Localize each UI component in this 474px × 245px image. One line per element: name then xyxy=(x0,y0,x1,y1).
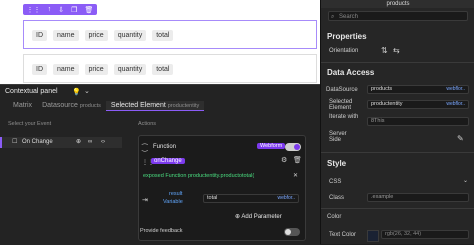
cell-quantity: quantity xyxy=(113,64,147,75)
function-icon: ⁐ xyxy=(142,145,148,152)
datasource-value: products xyxy=(371,86,393,92)
divider xyxy=(321,62,474,63)
cell-name: name xyxy=(53,30,79,41)
properties-title[interactable]: Properties xyxy=(327,32,367,41)
style-title[interactable]: Style xyxy=(327,159,346,168)
datasource-field[interactable]: products webflor.. xyxy=(367,85,469,94)
feedback-toggle[interactable] xyxy=(284,228,300,236)
cell-price: price xyxy=(84,30,108,41)
class-field[interactable]: .example xyxy=(367,193,469,202)
search-icon: ⌕ xyxy=(331,14,335,20)
add-action-icon[interactable]: ⊕ xyxy=(76,137,81,148)
divider xyxy=(321,208,474,209)
search-placeholder: Search xyxy=(339,14,359,20)
element-toolbar: ⋮⋮ ↑ ⇩ ❐ 🗑 xyxy=(23,4,97,15)
provide-feedback-label: Provide feedback xyxy=(140,228,183,234)
function-card: ⁐ Function Webform ⋮⋮ onChange ⚙ 🗑 ✕ exp… xyxy=(138,135,306,241)
result-label: result xyxy=(169,191,183,197)
bulb-icon[interactable]: 💡 xyxy=(72,88,81,96)
code-icon[interactable]: ‹› xyxy=(101,137,105,148)
webform-badge: Webform xyxy=(257,143,286,149)
delete-icon[interactable]: 🗑 xyxy=(293,156,302,164)
panel-header: products xyxy=(321,0,474,8)
selected-element-badge: webflor.. xyxy=(446,101,465,107)
link-icon[interactable]: ∞ xyxy=(88,137,92,148)
download-icon[interactable]: ⇩ xyxy=(58,6,64,14)
event-label: On Change xyxy=(22,139,53,145)
grip-icon[interactable]: ⋮⋮ xyxy=(27,6,41,14)
text-color-field[interactable]: rgb(26, 32, 44) xyxy=(381,230,469,239)
actions-label: Actions xyxy=(138,121,157,127)
exposed-function-text: exposed Function productentity.productot… xyxy=(143,173,255,179)
properties-panel: products ⌕ Search Properties Orientation… xyxy=(320,0,474,244)
iterate-field[interactable]: 8This xyxy=(367,117,469,126)
contextual-panel-title: Contextual panel xyxy=(5,88,58,95)
contextual-panel: Contextual panel 💡 ⌄ Matrix Datasource p… xyxy=(0,84,320,245)
table-row[interactable]: ID name price quantity total xyxy=(23,20,317,49)
settings-icon[interactable]: ⚙ xyxy=(281,156,287,164)
text-color-swatch[interactable] xyxy=(367,230,379,242)
orientation-vertical-icon[interactable]: ⇅ xyxy=(381,46,388,55)
delete-icon[interactable]: 🗑 xyxy=(85,6,94,14)
select-event-label: Select your Event xyxy=(8,121,52,127)
table-row[interactable]: ID name price quantity total xyxy=(23,54,317,83)
close-icon[interactable]: ✕ xyxy=(293,172,298,179)
total-field[interactable]: total webfor.. xyxy=(203,194,299,203)
cell-quantity: quantity xyxy=(113,30,147,41)
tab-datasource[interactable]: Datasource products xyxy=(37,101,106,111)
selected-element-value: productentity xyxy=(371,101,403,107)
add-parameter-button[interactable]: ⊕ Add Parameter xyxy=(235,213,282,220)
onchange-pill[interactable]: onChange xyxy=(151,158,185,164)
copy-icon[interactable]: ❐ xyxy=(71,6,77,14)
class-label: Class xyxy=(329,195,345,201)
search-input[interactable]: ⌕ Search xyxy=(328,11,468,21)
cell-name: name xyxy=(53,64,79,75)
server-side-label: Server Side xyxy=(329,131,347,143)
total-value: total xyxy=(207,195,218,201)
function-label: Function xyxy=(153,144,177,150)
orientation-label: Orientation xyxy=(329,48,359,54)
cell-total: total xyxy=(152,30,174,41)
divider xyxy=(321,152,474,153)
datasource-badge: webflor.. xyxy=(446,86,465,92)
data-access-title[interactable]: Data Access xyxy=(327,68,374,77)
cell-id: ID xyxy=(32,64,47,75)
tab-bar: Matrix Datasource products Selected Elem… xyxy=(8,101,205,111)
webform-toggle[interactable] xyxy=(285,143,301,151)
selected-element-label: Selected Element xyxy=(329,99,353,111)
datasource-label: DataSource xyxy=(326,87,358,93)
variable-label: Variable xyxy=(163,199,183,205)
collapse-icon[interactable]: ⌄ xyxy=(84,87,90,95)
orientation-horizontal-icon[interactable]: ⇆ xyxy=(393,46,400,55)
arrow-up-icon[interactable]: ↑ xyxy=(48,6,52,13)
return-icon: ⇥ xyxy=(142,197,148,204)
event-on-change[interactable]: ☐ On Change ⊕ ∞ ‹› xyxy=(0,137,122,148)
edit-icon[interactable]: ✎ xyxy=(457,134,464,143)
selected-element-field[interactable]: productentity webflor.. xyxy=(367,100,469,109)
css-chevron-down-icon[interactable]: ⌄ xyxy=(463,177,468,184)
design-canvas: ⋮⋮ ↑ ⇩ ❐ 🗑 ID name price quantity total … xyxy=(0,0,320,84)
color-section-title[interactable]: Color xyxy=(327,214,341,220)
iterate-label: Iterate with xyxy=(329,114,359,120)
cell-id: ID xyxy=(32,30,47,41)
checkbox-icon[interactable]: ☐ xyxy=(12,137,17,148)
cell-price: price xyxy=(84,64,108,75)
tab-matrix[interactable]: Matrix xyxy=(8,101,37,111)
cell-total: total xyxy=(152,64,174,75)
css-label: CSS xyxy=(329,179,342,185)
text-color-label: Text Color xyxy=(329,232,357,238)
tab-selected-element[interactable]: Selected Element productentity xyxy=(105,101,205,111)
total-badge: webfor.. xyxy=(277,195,295,201)
